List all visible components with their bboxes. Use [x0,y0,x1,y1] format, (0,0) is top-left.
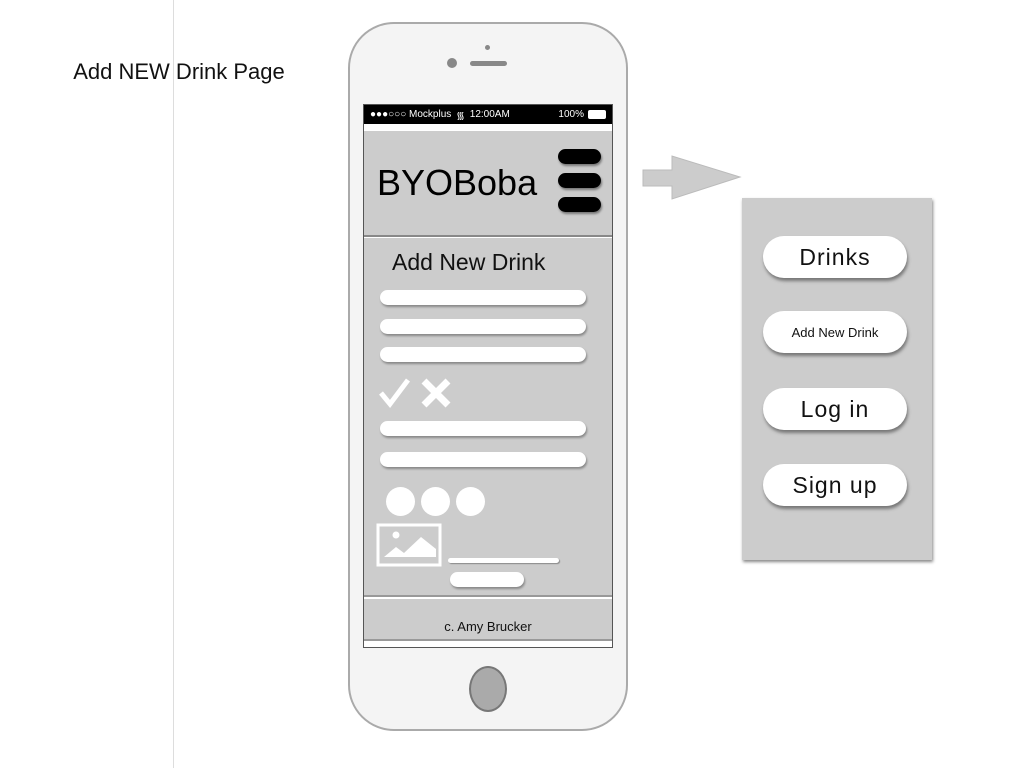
text-input[interactable] [380,319,586,334]
text-input[interactable] [380,290,586,305]
menu-item-add-new-drink[interactable]: Add New Drink [763,311,907,353]
section-title: Add New Drink [392,249,546,275]
camera-icon [447,58,457,68]
time: 12:00AM [469,109,510,120]
carrier: ●●●○○○ Mockplus [370,109,452,120]
menu-item-drinks[interactable]: Drinks [763,236,907,278]
text-input[interactable] [380,347,586,362]
radio-option[interactable] [456,487,485,516]
check-icon [379,378,410,409]
menu-item-log-in[interactable]: Log in [763,388,907,430]
caption-line [448,558,559,563]
arrow-right-icon [642,155,742,200]
status-bar: ●●●○○○ Mockplus ᯾ 12:00AM 100% [364,105,612,124]
check-x-icons [379,378,451,409]
speaker-icon [470,61,507,66]
battery-percent: 100% [558,109,584,120]
brand-title: BYOBoba [377,162,538,203]
upload-button[interactable] [450,572,524,587]
wifi-icon: ᯾ [456,110,465,122]
radio-option[interactable] [421,487,450,516]
sensor-dot [485,45,490,50]
close-icon [421,378,451,408]
text-input[interactable] [380,421,586,436]
menu-item-sign-up[interactable]: Sign up [763,464,907,506]
footer: c. Amy Brucker [364,599,612,641]
image-placeholder-icon[interactable] [376,523,442,567]
home-button[interactable] [469,666,507,712]
text-input[interactable] [380,452,586,467]
hamburger-menu-icon[interactable] [558,197,601,212]
battery-icon [588,110,606,119]
hamburger-menu-icon[interactable] [558,149,601,164]
footer-credit: c. Amy Brucker [444,619,532,634]
page-label: Add NEW Drink Page [73,59,285,84]
radio-option[interactable] [386,487,415,516]
divider-line [173,0,174,768]
hamburger-menu-icon[interactable] [558,173,601,188]
